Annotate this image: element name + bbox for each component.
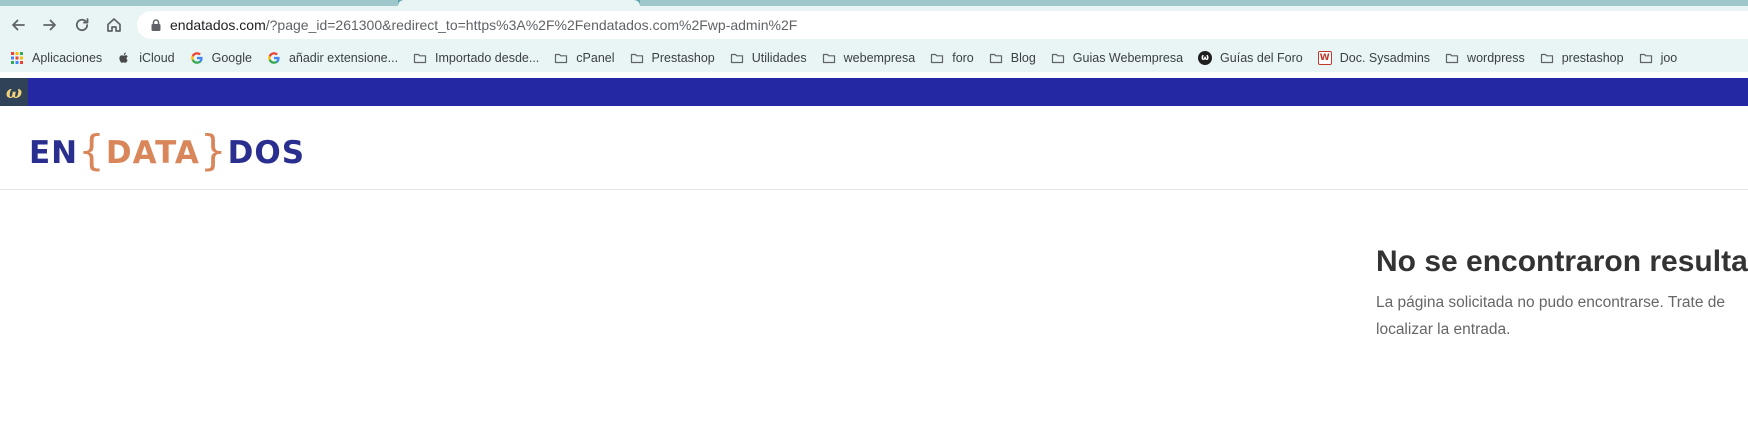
logo-text-dos: DOS <box>227 135 306 171</box>
bookmark-item[interactable]: Prestashop <box>630 51 715 65</box>
site-logo[interactable]: EN { DATA } DOS <box>29 126 306 175</box>
browser-toolbar: endatados.com/?page_id=261300&redirect_t… <box>0 6 1748 44</box>
bookmark-label: webempresa <box>843 51 916 65</box>
admin-logo-glyph: ω <box>5 82 23 103</box>
back-button[interactable] <box>6 13 30 37</box>
bookmark-item[interactable]: Utilidades <box>730 51 807 65</box>
google-icon <box>190 51 204 65</box>
reload-button[interactable] <box>70 13 94 37</box>
bookmark-item[interactable]: añadir extensione... <box>267 51 398 65</box>
logo-text-en: EN <box>29 135 79 171</box>
bookmark-item[interactable]: Aplicaciones <box>10 51 102 65</box>
url-path: /?page_id=261300&redirect_to=https%3A%2F… <box>265 17 798 33</box>
folder-icon <box>630 51 644 65</box>
apple-icon <box>117 51 131 65</box>
logo-text-data: DATA <box>105 135 200 171</box>
folder-icon <box>1639 51 1653 65</box>
bookmark-item[interactable]: Blog <box>989 51 1036 65</box>
bookmark-label: joo <box>1660 51 1678 65</box>
home-button[interactable] <box>102 13 126 37</box>
bookmark-label: Google <box>211 51 252 65</box>
bookmark-item[interactable]: wordpress <box>1445 51 1525 65</box>
bookmark-label: prestashop <box>1561 51 1624 65</box>
folder-icon <box>822 51 836 65</box>
bookmark-label: iCloud <box>139 51 175 65</box>
bookmark-label: Prestashop <box>651 51 715 65</box>
bookmark-item[interactable]: joo <box>1639 51 1678 65</box>
webempresa-red-icon: W <box>1317 51 1332 65</box>
bookmark-label: Aplicaciones <box>32 51 103 65</box>
site-header: EN { DATA } DOS <box>0 106 1748 190</box>
page-title: No se encontraron resultac <box>1376 245 1748 278</box>
webempresa-icon: ω <box>1198 51 1213 65</box>
url-text[interactable]: endatados.com/?page_id=261300&redirect_t… <box>170 17 797 33</box>
main-content: No se encontraron resultac La página sol… <box>0 191 1748 433</box>
folder-icon <box>413 51 427 65</box>
bookmark-label: Guías del Foro <box>1220 51 1303 65</box>
bookmark-label: foro <box>952 51 974 65</box>
folder-icon <box>989 51 1003 65</box>
bookmark-item[interactable]: Importado desde... <box>413 51 539 65</box>
home-icon <box>107 18 121 32</box>
folder-icon <box>554 51 568 65</box>
message-line-1: La página solicitada no pudo encontrarse… <box>1376 294 1725 311</box>
bookmark-item[interactable]: ω Guías del Foro <box>1198 51 1303 65</box>
reload-icon <box>75 18 89 31</box>
url-host: endatados.com <box>170 17 266 33</box>
bookmark-label: Importado desde... <box>435 51 540 65</box>
logo-brace-open: { <box>78 126 106 175</box>
bookmark-item[interactable]: Google <box>190 51 252 65</box>
folder-icon <box>1540 51 1554 65</box>
not-found-message: La página solicitada no pudo encontrarse… <box>1376 289 1748 343</box>
bookmark-item[interactable]: Guias Webempresa <box>1051 51 1183 65</box>
folder-icon <box>1445 51 1459 65</box>
folder-icon <box>1051 51 1065 65</box>
bookmark-item[interactable]: webempresa <box>822 51 916 65</box>
bookmark-label: wordpress <box>1467 51 1525 65</box>
folder-icon <box>730 51 744 65</box>
bookmark-label: añadir extensione... <box>288 51 399 65</box>
address-bar[interactable]: endatados.com/?page_id=261300&redirect_t… <box>137 11 1748 39</box>
apps-grid-icon <box>10 51 24 65</box>
bookmark-item[interactable]: prestashop <box>1540 51 1624 65</box>
arrow-left-icon <box>12 19 25 31</box>
forward-button[interactable] <box>38 13 62 37</box>
bookmark-label: Blog <box>1010 51 1036 65</box>
logo-brace-close: } <box>199 126 228 175</box>
lock-icon[interactable] <box>149 18 163 32</box>
bookmark-item[interactable]: iCloud <box>117 51 175 65</box>
bookmark-label: Guias Webempresa <box>1072 51 1184 65</box>
message-line-2: localizar la entrada. <box>1376 321 1511 338</box>
bookmark-label: cPanel <box>576 51 615 65</box>
folder-icon <box>930 51 944 65</box>
bookmark-label: Utilidades <box>751 51 807 65</box>
wp-admin-bar <box>0 78 1748 106</box>
bookmarks-bar: Aplicaciones iCloud Google añadir extension… <box>0 44 1748 72</box>
bookmark-item[interactable]: cPanel <box>554 51 615 65</box>
arrow-right-icon <box>43 19 56 31</box>
google-icon <box>267 51 281 65</box>
bookmark-label: Doc. Sysadmins <box>1339 51 1431 65</box>
bookmark-item[interactable]: foro <box>930 51 974 65</box>
bookmark-item[interactable]: W Doc. Sysadmins <box>1317 51 1431 65</box>
